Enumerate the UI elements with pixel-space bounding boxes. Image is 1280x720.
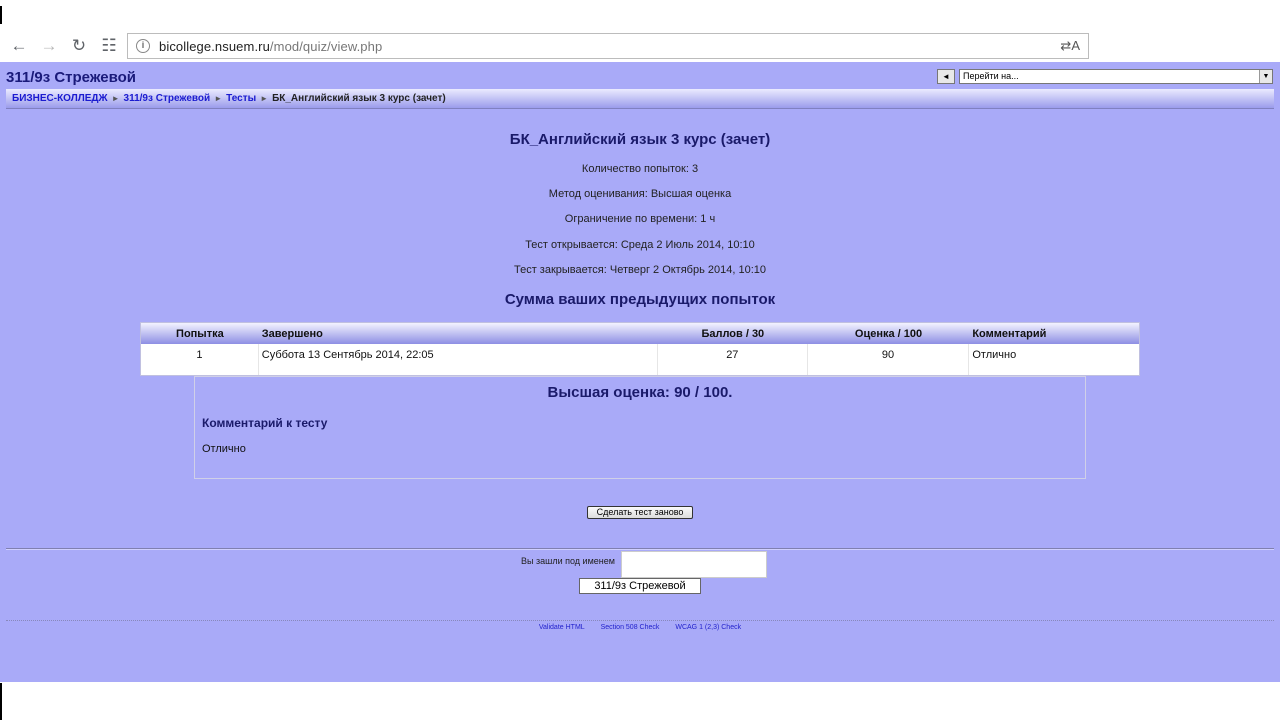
validate-html-link[interactable]: Validate HTML — [539, 624, 585, 631]
course-title: 311/9з Стрежевой — [6, 69, 137, 86]
feedback-text: Отлично — [202, 443, 246, 455]
retake-quiz-button[interactable]: Сделать тест заново — [587, 506, 693, 519]
breadcrumb-current: БК_Английский язык 3 курс (зачет) — [272, 93, 446, 104]
forward-arrow-icon[interactable]: → — [34, 31, 64, 61]
footer-dotted-divider — [6, 620, 1274, 621]
column-header-completed: Завершено — [261, 327, 323, 340]
url-host: bicollege.nsuem.ru — [159, 38, 270, 54]
jump-menu: ◄ Перейти на... ▼ — [937, 69, 1273, 84]
quiz-info-attempts: Количество попыток: 3 — [581, 163, 699, 175]
apps-grid-icon[interactable]: ☷ — [94, 31, 124, 61]
best-grade: Высшая оценка: 90 / 100. — [547, 384, 733, 401]
column-header-marks: Баллов / 30 — [701, 327, 765, 340]
moodle-page: 311/9з Стрежевой ◄ Перейти на... ▼ БИЗНЕ… — [0, 62, 1280, 682]
jump-prev-button[interactable]: ◄ — [937, 69, 955, 84]
edge-mark — [0, 683, 2, 720]
breadcrumb-separator-icon: ► — [260, 94, 269, 103]
quiz-info-opens: Тест открывается: Среда 2 Июль 2014, 10:… — [525, 239, 755, 251]
wcag-check-link[interactable]: WCAG 1 (2,3) Check — [675, 624, 741, 631]
quiz-title: БК_Английский язык 3 курс (зачет) — [509, 131, 771, 148]
quiz-info-closes: Тест закрывается: Четверг 2 Октябрь 2014… — [513, 264, 766, 276]
page-info-icon[interactable]: i — [136, 39, 150, 53]
jump-to-select[interactable]: Перейти на... ▼ — [959, 69, 1273, 84]
table-row: 1 Суббота 13 Сентябрь 2014, 22:05 27 90 … — [141, 344, 1139, 375]
translate-icon[interactable]: ⇄A — [1060, 38, 1080, 54]
browser-toolbar: ← → ↻ ☷ i bicollege.nsuem.ru/mod/quiz/vi… — [0, 30, 1280, 62]
user-name-link[interactable]: 311/9з Стрежевой — [579, 578, 701, 594]
logged-in-box — [621, 551, 767, 578]
breadcrumb-separator-icon: ► — [111, 94, 120, 103]
cell-attempt: 1 — [141, 344, 259, 375]
breadcrumb-link-course[interactable]: 311/9з Стрежевой — [124, 93, 211, 104]
logged-in-label: Вы зашли под именем — [521, 556, 615, 566]
column-header-feedback: Комментарий — [972, 327, 1047, 340]
breadcrumb-link-college[interactable]: БИЗНЕС-КОЛЛЕДЖ — [12, 93, 108, 104]
breadcrumb-link-quizzes[interactable]: Тесты — [226, 93, 256, 104]
jump-select-value: Перейти на... — [963, 71, 1019, 81]
feedback-title: Комментарий к тесту — [202, 416, 328, 430]
cell-marks: 27 — [658, 344, 808, 375]
column-header-grade: Оценка / 100 — [854, 327, 923, 340]
cell-feedback: Отлично — [972, 349, 1017, 361]
section-508-link[interactable]: Section 508 Check — [601, 624, 660, 631]
breadcrumb-separator-icon: ► — [214, 94, 223, 103]
footer-divider — [6, 548, 1274, 550]
browser-top-strip — [0, 0, 1280, 30]
text-cursor — [0, 6, 2, 24]
breadcrumb: БИЗНЕС-КОЛЛЕДЖ ► 311/9з Стрежевой ► Тест… — [6, 89, 1274, 109]
summary-title: Сумма ваших предыдущих попыток — [504, 291, 776, 308]
cell-grade: 90 — [808, 344, 970, 375]
result-box: Высшая оценка: 90 / 100. Комментарий к т… — [194, 376, 1086, 479]
reload-icon[interactable]: ↻ — [64, 31, 94, 61]
back-arrow-icon[interactable]: ← — [4, 31, 34, 61]
cell-completed: Суббота 13 Сентябрь 2014, 22:05 — [259, 344, 658, 375]
quiz-info-grading-method: Метод оценивания: Высшая оценка — [548, 188, 732, 200]
table-header: Попытка Завершено Баллов / 30 Оценка / 1… — [141, 323, 1139, 344]
column-header-attempt: Попытка — [176, 327, 224, 340]
quiz-info-time-limit: Ограничение по времени: 1 ч — [564, 213, 716, 225]
url-text[interactable]: bicollege.nsuem.ru/mod/quiz/view.php — [159, 39, 382, 54]
url-path: /mod/quiz/view.php — [269, 38, 383, 54]
attempts-table: Попытка Завершено Баллов / 30 Оценка / 1… — [140, 322, 1140, 376]
dropdown-arrow-icon[interactable]: ▼ — [1259, 70, 1272, 83]
address-bar[interactable]: i bicollege.nsuem.ru/mod/quiz/view.php ⇄… — [127, 33, 1089, 59]
footer-links: Validate HTML Section 508 Check WCAG 1 (… — [0, 624, 1280, 631]
